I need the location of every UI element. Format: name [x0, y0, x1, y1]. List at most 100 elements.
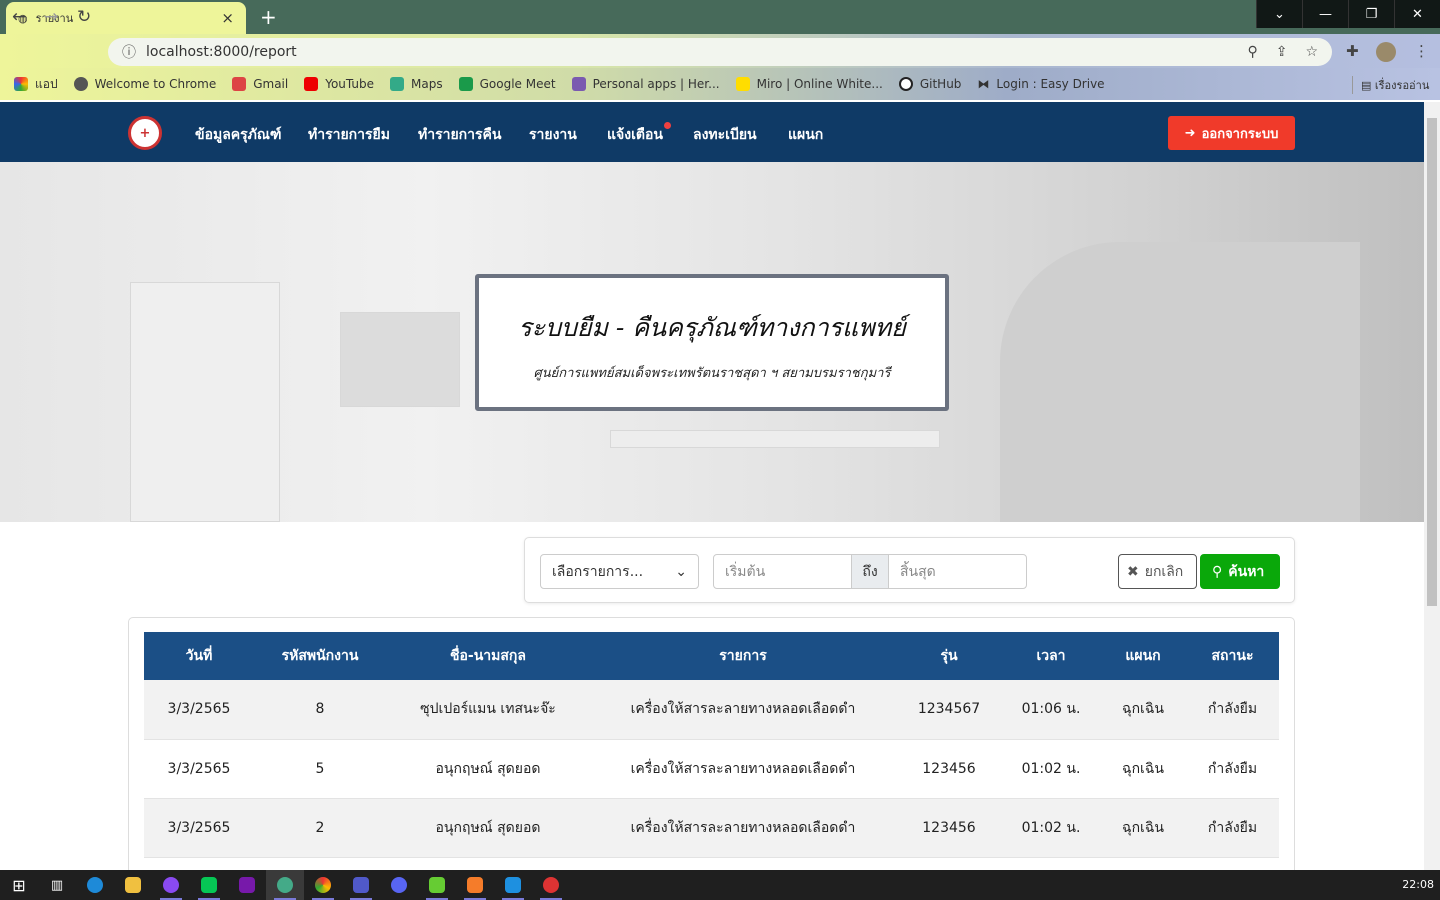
nav-department[interactable]: แผนก [788, 124, 823, 146]
bookmark-maps[interactable]: Maps [390, 77, 443, 91]
info-icon: ⓘ [122, 45, 136, 61]
star-icon[interactable]: ☆ [1305, 44, 1318, 60]
cell-time: 01:06 น. [1002, 680, 1100, 740]
search-button[interactable]: ⚲ ค้นหา [1200, 554, 1280, 589]
filter-card: เลือกรายการ... ⌄ เริ่มต้น ถึง สิ้นสุด ✖ ยก… [524, 537, 1295, 603]
header-time[interactable]: เวลา [1002, 632, 1100, 680]
cancel-button[interactable]: ✖ ยกเลิก [1118, 554, 1197, 589]
close-window-button[interactable]: ✕ [1394, 0, 1440, 28]
taskbar-edge[interactable] [76, 870, 114, 900]
start-date-input[interactable]: เริ่มต้น [713, 554, 852, 589]
header-status[interactable]: สถานะ [1186, 632, 1279, 680]
bookmark-heroku[interactable]: Personal apps | Her... [571, 77, 720, 91]
cell-status: กำลังยืม [1186, 798, 1279, 858]
discord-icon [391, 877, 407, 893]
menu-icon[interactable]: ⋮ [1414, 42, 1429, 60]
cell-date: 3/3/2565 [144, 739, 254, 799]
header-name[interactable]: ชื่อ-นามสกุล [386, 632, 590, 680]
taskbar-chrome-active[interactable] [266, 870, 304, 900]
bookmark-label: Welcome to Chrome [94, 77, 217, 91]
nav-notifications[interactable]: แจ้งเตือน [607, 124, 663, 146]
xampp-icon [467, 877, 483, 893]
taskbar-explorer[interactable] [114, 870, 152, 900]
taskbar-chrome[interactable] [304, 870, 342, 900]
heroku-icon [571, 77, 586, 91]
bookmark-github[interactable]: GitHub [898, 77, 961, 91]
report-table: วันที่ รหัสพนักงาน ชื่อ-นามสกุล รายการ ร… [144, 632, 1279, 858]
taskbar-bluestacks[interactable] [418, 870, 456, 900]
restore-button[interactable]: ❐ [1348, 0, 1394, 28]
profile-avatar[interactable] [1376, 42, 1396, 62]
hero-title-box: ระบบยืม - คืนครุภัณฑ์ทางการแพทย์ ศูนย์กา… [475, 274, 949, 411]
nav-report[interactable]: รายงาน [529, 124, 577, 146]
reload-icon[interactable]: ↻ [77, 7, 91, 27]
taskbar-app[interactable] [532, 870, 570, 900]
taskbar-discord[interactable] [380, 870, 418, 900]
forward-icon[interactable]: → [44, 7, 58, 27]
taskbar-xampp[interactable] [456, 870, 494, 900]
zoom-icon[interactable]: ⚲ [1247, 44, 1257, 60]
taskbar-onenote[interactable] [228, 870, 266, 900]
header-department[interactable]: แผนก [1100, 632, 1186, 680]
task-view-button[interactable]: ▥ [38, 870, 76, 900]
url-text: localhost:8000/report [146, 44, 297, 60]
globe-icon [73, 77, 88, 91]
end-date-input[interactable]: สิ้นสุด [888, 554, 1027, 589]
chrome-icon [315, 877, 331, 893]
end-placeholder: สิ้นสุด [900, 563, 936, 580]
vscode-icon [505, 877, 521, 893]
notification-dot [664, 122, 671, 129]
window-image [340, 312, 460, 407]
logout-button[interactable]: ➜ ออกจากระบบ [1168, 116, 1295, 150]
bookmarks-bar: แอป Welcome to Chrome Gmail YouTube Maps… [0, 68, 1440, 100]
to-text: ถึง [862, 563, 878, 580]
header-employee-id[interactable]: รหัสพนักงาน [254, 632, 386, 680]
header-item[interactable]: รายการ [590, 632, 896, 680]
taskbar-messenger[interactable] [152, 870, 190, 900]
minimize-button[interactable]: — [1302, 0, 1348, 28]
tab-search-button[interactable]: ⌄ [1256, 0, 1302, 28]
header-date[interactable]: วันที่ [144, 632, 254, 680]
nav-register[interactable]: ลงทะเบียน [693, 124, 757, 146]
bookmark-meet[interactable]: Google Meet [458, 77, 556, 91]
bookmark-easydrive[interactable]: ⧓ Login : Easy Drive [977, 77, 1104, 91]
item-select[interactable]: เลือกรายการ... ⌄ [540, 554, 699, 589]
cell-model: 123456 [896, 798, 1002, 858]
cell-date: 3/3/2565 [144, 680, 254, 740]
cell-employee-id: 8 [254, 680, 386, 740]
taskbar-vscode[interactable] [494, 870, 532, 900]
bookmark-welcome[interactable]: Welcome to Chrome [73, 77, 217, 91]
start-button[interactable]: ⊞ [0, 870, 38, 900]
scrollbar-thumb[interactable] [1427, 118, 1437, 606]
bookmark-youtube[interactable]: YouTube [304, 77, 374, 91]
bookmark-miro[interactable]: Miro | Online White... [735, 77, 883, 91]
bookmark-apps[interactable]: แอป [14, 75, 58, 94]
share-icon[interactable]: ⇪ [1276, 44, 1288, 60]
clock[interactable]: 22:08 [1402, 878, 1434, 891]
app-icon [543, 877, 559, 893]
new-tab-button[interactable]: + [260, 5, 277, 29]
bookmark-label: แอป [35, 76, 58, 91]
cell-department: ฉุกเฉิน [1100, 680, 1186, 740]
nav-equipment[interactable]: ข้อมูลครุภัณฑ์ [195, 124, 282, 146]
sign-out-icon: ➜ [1184, 125, 1196, 141]
bookmark-gmail[interactable]: Gmail [232, 77, 288, 91]
reading-list[interactable]: ▤ เรื่องรออ่าน [1352, 76, 1429, 94]
taskbar-teams[interactable] [342, 870, 380, 900]
back-icon[interactable]: ← [12, 7, 26, 27]
browser-tab[interactable]: ◍ รายงาน × [6, 2, 246, 34]
nav-borrow[interactable]: ทำรายการยืม [308, 124, 390, 146]
address-bar[interactable]: ⓘ localhost:8000/report ⚲ ⇪ ☆ [108, 38, 1332, 66]
nav-return[interactable]: ทำรายการคืน [418, 124, 501, 146]
extensions-icon[interactable]: ✚ [1346, 42, 1359, 60]
chevron-down-icon: ⌄ [675, 563, 687, 580]
cell-employee-id: 2 [254, 798, 386, 858]
search-icon: ⚲ [1212, 563, 1223, 580]
close-tab-icon[interactable]: × [221, 9, 234, 27]
select-value: เลือกรายการ... [552, 563, 644, 580]
site-logo[interactable]: + [128, 116, 162, 150]
door-image [130, 282, 280, 522]
header-model[interactable]: รุ่น [896, 632, 1002, 680]
taskbar-line[interactable] [190, 870, 228, 900]
bookmark-label: Gmail [253, 77, 289, 91]
